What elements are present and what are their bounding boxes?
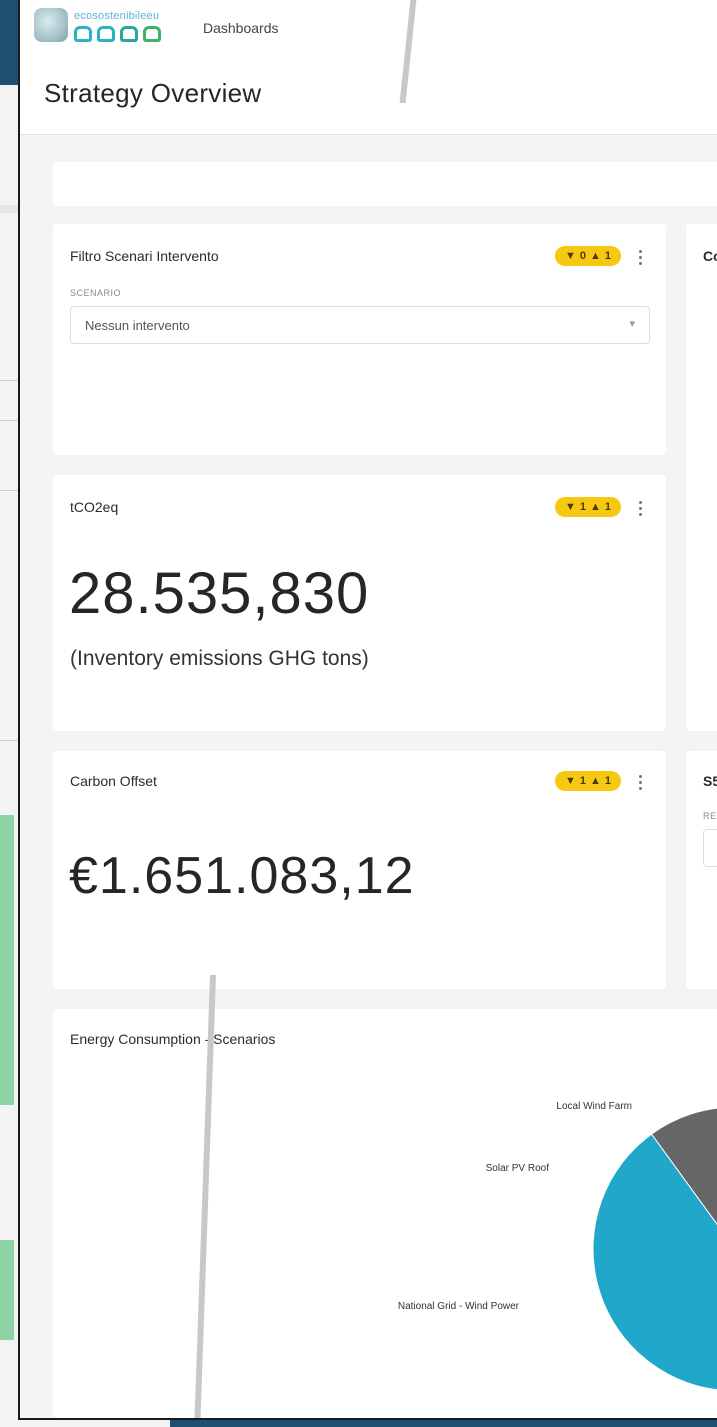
big-number-value: 28.535,830 xyxy=(69,561,370,626)
app-logo[interactable]: ecosostenibileeu xyxy=(34,6,184,50)
field-label: RE xyxy=(703,811,717,821)
more-options-icon[interactable] xyxy=(638,250,642,268)
tco2eq-card: tCO2eq ▼ 1 ▲ 1 28.535,830 (Inventory emiss… xyxy=(53,475,666,731)
big-number-value: €1.651.083,12 xyxy=(69,847,415,905)
card-title: Filtro Scenari Intervento xyxy=(70,248,219,264)
page-header: ecosostenibileeu Dashboards Strategy Ove… xyxy=(20,0,717,135)
filter-status-badge[interactable]: ▼ 1 ▲ 1 xyxy=(555,771,621,791)
select-field[interactable] xyxy=(703,829,717,867)
big-number-caption: (Inventory emissions GHG tons) xyxy=(70,647,369,670)
background-divider xyxy=(0,740,20,741)
chevron-down-icon: ▾ xyxy=(629,318,635,330)
background-divider xyxy=(0,420,20,421)
badge-filter-count: 1 xyxy=(579,501,586,513)
filter-icon: ▼ xyxy=(564,501,576,513)
alert-icon: ▲ xyxy=(590,775,601,787)
pie-slice-label: Local Wind Farm xyxy=(556,1101,632,1112)
nav-dashboards-link[interactable]: Dashboards xyxy=(203,20,279,36)
background-strip xyxy=(0,205,20,213)
more-options-icon[interactable] xyxy=(638,501,642,519)
energy-consumption-card: Energy Consumption - Scenarios Local Win… xyxy=(53,1009,717,1418)
badge-alert-count: 1 xyxy=(604,501,612,513)
right-filter-card: S5 RE xyxy=(686,751,717,989)
pie-slice-label: National Grid - Wind Power xyxy=(398,1301,520,1312)
filter-scenari-card: Filtro Scenari Intervento ▼ 0 ▲ 1 SCENARIO… xyxy=(53,224,666,455)
filter-status-badge[interactable]: ▼ 0 ▲ 1 xyxy=(555,246,621,266)
background-divider xyxy=(0,380,20,381)
card-title: Carbon Offset xyxy=(70,773,157,789)
more-options-icon[interactable] xyxy=(638,775,642,793)
carbon-offset-card: Carbon Offset ▼ 1 ▲ 1 €1.651.083,12 xyxy=(53,751,666,989)
badge-alert-count: 1 xyxy=(604,250,612,262)
page-title: Strategy Overview xyxy=(44,78,262,108)
scenario-field-label: SCENARIO xyxy=(70,288,122,298)
background-divider xyxy=(0,490,20,491)
card-title: S5 xyxy=(703,773,717,789)
card-title: tCO2eq xyxy=(70,499,119,515)
logo-text: ecosostenibileeu xyxy=(74,10,160,22)
filter-status-badge[interactable]: ▼ 1 ▲ 1 xyxy=(555,497,621,517)
alert-icon: ▲ xyxy=(590,250,601,262)
energy-pie-chart: Local Wind Farm Solar PV Roof National Gri… xyxy=(398,1101,717,1391)
scenario-select[interactable]: Nessun intervento ▾ xyxy=(70,306,650,344)
logo-houses-icon xyxy=(74,26,161,42)
background-green-panel xyxy=(0,1240,14,1340)
dashboard-window: ecosostenibileeu Dashboards Strategy Ove… xyxy=(18,0,717,1420)
scenario-select-value: Nessun intervento xyxy=(85,318,190,333)
right-chart-card: Co xyxy=(686,224,717,731)
badge-alert-count: 1 xyxy=(604,775,612,787)
logo-globe-icon xyxy=(34,8,68,42)
alert-icon: ▲ xyxy=(590,501,601,513)
badge-filter-count: 1 xyxy=(579,775,586,787)
card-title: Co xyxy=(703,248,717,264)
filter-icon: ▼ xyxy=(564,250,576,262)
background-green-panel xyxy=(0,815,14,1105)
pie-slice-label: Solar PV Roof xyxy=(486,1163,550,1174)
filter-icon: ▼ xyxy=(564,775,576,787)
badge-filter-count: 0 xyxy=(579,250,586,262)
native-filter-bar[interactable] xyxy=(53,162,717,206)
